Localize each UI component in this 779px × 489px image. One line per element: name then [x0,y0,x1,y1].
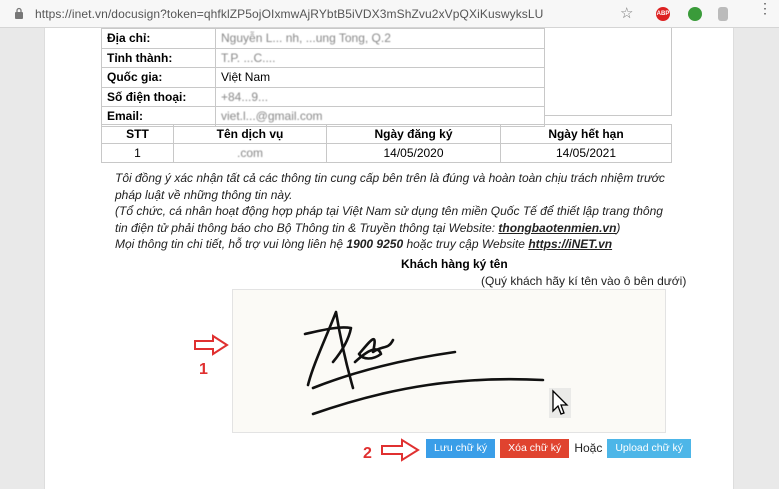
address-bar: https://inet.vn/docusign?token=qhfklZP5o… [0,0,779,28]
adblock-extension-icon[interactable]: ABP [656,7,670,21]
url-input[interactable]: https://inet.vn/docusign?token=qhfklZP5o… [35,7,543,21]
signature-strokes [303,310,545,416]
table-row: Quốc gia: Việt Nam [101,67,545,88]
info-side-box [545,28,672,116]
cell-stt: 1 [101,143,174,163]
info-value: T.P. ...C.... [215,47,545,68]
terms-line-1: Tôi đồng ý xác nhận tất cả các thông tin… [115,171,665,202]
signature-pad[interactable] [232,289,666,433]
terms-text: Tôi đồng ý xác nhận tất cả các thông tin… [115,170,675,253]
signature-title: Khách hàng ký tên [401,257,508,271]
support-phone: 1900 9250 [346,237,404,251]
col-service: Tên dịch vụ [173,124,327,144]
save-signature-button[interactable]: Lưu chữ ký [426,438,496,458]
terms-line-3: Mọi thông tin chi tiết, hỗ trợ vui lòng … [115,237,613,251]
cursor-icon [549,388,571,418]
service-table-header: STT Tên dịch vụ Ngày đăng ký Ngày hết hạ… [101,124,672,144]
table-row: Địa chỉ: Nguyễn L... nh, ...ung Tong, Q.2 [101,28,545,49]
annotation-number-1: 1 [199,361,208,378]
clear-signature-button[interactable]: Xóa chữ ký [500,438,570,458]
annotation-number-2: 2 [363,445,372,462]
cell-register-date: 14/05/2020 [326,143,501,163]
annotation-arrow-2-icon [381,438,420,462]
cell-expire-date: 14/05/2021 [500,143,672,163]
info-value: +84...9... [215,86,545,107]
cell-service: .com [173,143,327,163]
extension-icon[interactable] [688,7,702,21]
col-register-date: Ngày đăng ký [326,124,501,144]
info-value: Việt Nam [215,67,545,88]
extension-icon-2[interactable] [718,7,728,21]
inet-link[interactable]: https://iNET.vn [528,237,612,251]
info-label: Số điện thoại: [101,86,216,107]
lock-icon [15,7,23,19]
info-label: Quốc gia: [101,67,216,88]
customer-info-table: Địa chỉ: Nguyễn L... nh, ...ung Tong, Q.2… [101,28,545,127]
info-label: Địa chỉ: [101,28,216,49]
table-row: Số điện thoại: +84...9... [101,86,545,107]
table-row: 1 .com 14/05/2020 14/05/2021 [101,143,672,163]
table-row: Tỉnh thành: T.P. ...C.... [101,47,545,68]
upload-signature-button[interactable]: Upload chữ ký [607,438,692,458]
col-expire-date: Ngày hết hạn [500,124,672,144]
annotation-arrow-1-icon [194,334,229,356]
thongbaotenmien-link[interactable]: thongbaotenmien.vn [498,221,616,235]
info-label: Tỉnh thành: [101,47,216,68]
or-label: Hoặc [574,441,603,455]
info-value: Nguyễn L... nh, ...ung Tong, Q.2 [215,28,545,49]
bookmark-star-icon[interactable]: ☆ [620,4,633,22]
terms-line-2: (Tổ chức, cá nhân hoạt động hợp pháp tại… [115,204,663,235]
signature-hint: (Quý khách hãy kí tên vào ô bên dưới) [481,274,687,288]
menu-icon[interactable]: ⋮ [758,1,772,15]
service-table: STT Tên dịch vụ Ngày đăng ký Ngày hết hạ… [101,124,672,163]
document-page: Địa chỉ: Nguyễn L... nh, ...ung Tong, Q.2… [44,28,734,489]
col-stt: STT [101,124,174,144]
signature-actions: Lưu chữ ký Xóa chữ ký Hoặc Upload chữ ký [426,438,692,458]
